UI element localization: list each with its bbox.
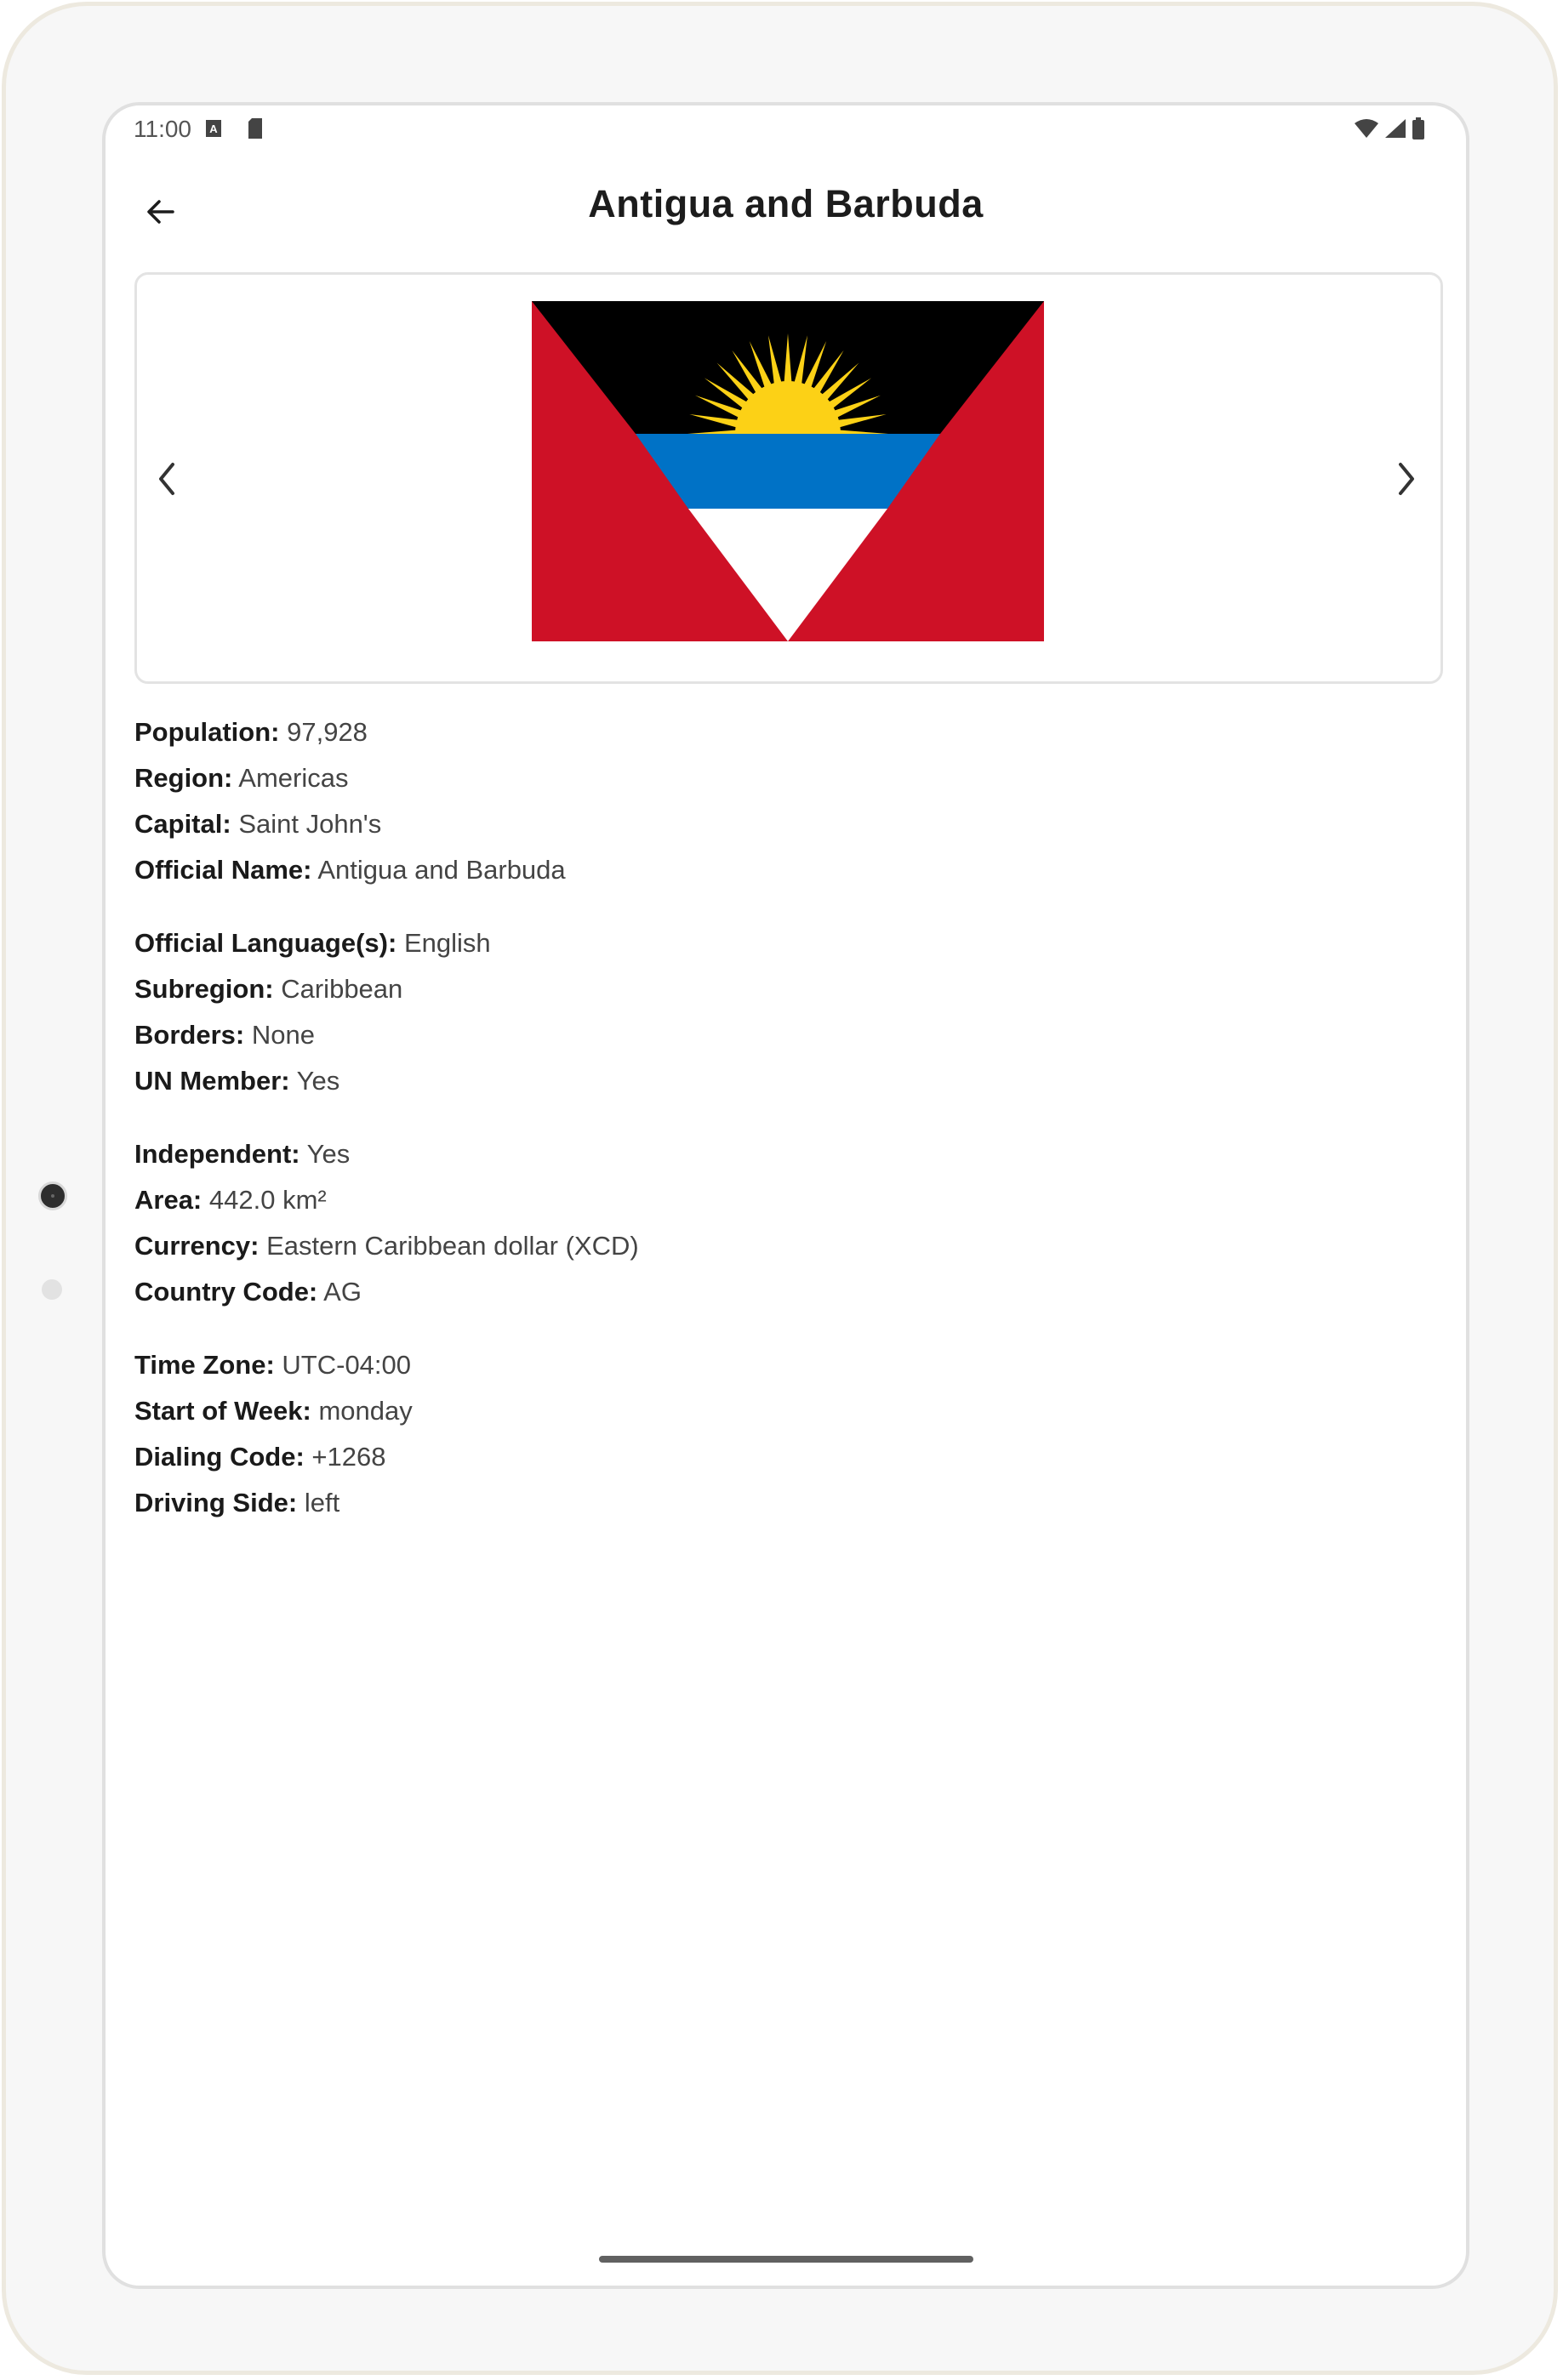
detail-value: Yes [296, 1066, 340, 1096]
detail-value: English [403, 928, 491, 958]
details-group: Independent: Yes Area: 442.0 km² Currency:… [134, 1131, 1411, 1315]
detail-value: +1268 [311, 1442, 386, 1472]
detail-value: Caribbean [281, 974, 403, 1004]
detail-value: Antigua and Barbuda [317, 855, 566, 885]
detail-label: Area: [134, 1185, 203, 1215]
detail-label: Start of Week: [134, 1396, 311, 1426]
detail-label: Capital: [134, 809, 231, 839]
detail-label: Independent: [134, 1139, 300, 1169]
country-details: Population: 97,928 Region: Americas Capita… [134, 709, 1411, 1553]
flag-image [532, 301, 1044, 641]
battery-icon [1412, 117, 1424, 139]
status-icons [1354, 117, 1425, 139]
detail-row: Currency: Eastern Caribbean dollar (XCD) [134, 1223, 1411, 1269]
detail-label: Subregion: [134, 974, 274, 1004]
detail-value: AG [323, 1277, 362, 1307]
detail-label: UN Member: [134, 1066, 290, 1096]
keyboard-indicator-icon: A [206, 120, 221, 137]
detail-label: Region: [134, 763, 233, 793]
detail-row: Dialing Code: +1268 [134, 1434, 1411, 1480]
cell-signal-icon [1385, 119, 1406, 138]
detail-label: Time Zone: [134, 1350, 275, 1380]
detail-label: Currency: [134, 1231, 260, 1261]
detail-value: UTC-04:00 [282, 1350, 412, 1380]
front-camera [38, 1181, 67, 1210]
app-bar: Antigua and Barbuda [106, 157, 1466, 259]
detail-value: None [251, 1020, 315, 1050]
status-bar: 11:00 A [106, 105, 1466, 157]
chevron-left-icon [159, 463, 174, 495]
detail-label: Population: [134, 717, 280, 747]
detail-label: Country Code: [134, 1277, 318, 1307]
detail-value: monday [318, 1396, 413, 1426]
detail-row: UN Member: Yes [134, 1058, 1411, 1104]
details-group: Population: 97,928 Region: Americas Capita… [134, 709, 1411, 893]
detail-label: Borders: [134, 1020, 245, 1050]
sd-card-icon [248, 118, 262, 139]
detail-label: Driving Side: [134, 1488, 298, 1517]
detail-row: Country Code: AG [134, 1269, 1411, 1315]
detail-label: Official Language(s): [134, 928, 397, 958]
detail-value: Saint John's [238, 809, 382, 839]
screen: 11:00 A Antigua and Barbuda Population: … [102, 102, 1469, 2289]
detail-value: Yes [306, 1139, 351, 1169]
wifi-icon [1355, 119, 1378, 138]
details-group: Official Language(s): English Subregion: … [134, 920, 1411, 1104]
detail-label: Official Name: [134, 855, 312, 885]
detail-row: Official Language(s): English [134, 920, 1411, 966]
detail-value: Eastern Caribbean dollar (XCD) [266, 1231, 639, 1261]
flag-blue-band [636, 434, 940, 509]
detail-value: left [304, 1488, 340, 1517]
status-time: 11:00 [134, 116, 191, 142]
detail-value: 97,928 [287, 717, 368, 747]
flag-carousel [134, 272, 1443, 684]
detail-row: Area: 442.0 km² [134, 1177, 1411, 1223]
detail-row: Start of Week: monday [134, 1388, 1411, 1434]
home-indicator[interactable] [599, 2256, 973, 2263]
tablet-frame: 11:00 A Antigua and Barbuda Population: … [2, 2, 1558, 2375]
detail-row: Driving Side: left [134, 1480, 1411, 1526]
detail-value: 442.0 km² [208, 1185, 327, 1215]
detail-label: Dialing Code: [134, 1442, 305, 1472]
detail-row: Borders: None [134, 1012, 1411, 1058]
detail-row: Population: 97,928 [134, 709, 1411, 755]
previous-button[interactable] [141, 445, 192, 513]
detail-row: Subregion: Caribbean [134, 966, 1411, 1012]
detail-row: Time Zone: UTC-04:00 [134, 1342, 1411, 1388]
detail-value: Americas [238, 763, 349, 793]
page-title: Antigua and Barbuda [588, 182, 984, 225]
detail-row: Independent: Yes [134, 1131, 1411, 1177]
chevron-right-icon [1399, 463, 1414, 495]
detail-row: Region: Americas [134, 755, 1411, 801]
detail-row: Official Name: Antigua and Barbuda [134, 847, 1411, 893]
next-button[interactable] [1381, 445, 1432, 513]
light-sensor [42, 1279, 62, 1300]
details-group: Time Zone: UTC-04:00 Start of Week: monda… [134, 1342, 1411, 1526]
detail-row: Capital: Saint John's [134, 801, 1411, 847]
